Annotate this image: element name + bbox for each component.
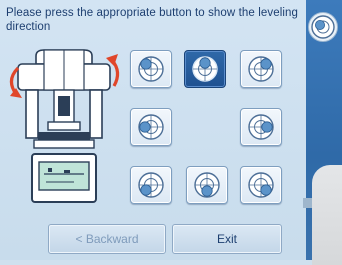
- level-bubble-icon: [138, 114, 164, 140]
- level-bubble-icon: [138, 56, 164, 82]
- level-bubble-icon: [248, 172, 274, 198]
- level-direction-bottom[interactable]: [186, 166, 228, 204]
- level-direction-top[interactable]: [184, 50, 226, 88]
- level-bubble-icon: [192, 56, 218, 82]
- level-direction-left[interactable]: [130, 108, 172, 146]
- level-bubble-icon: [248, 114, 274, 140]
- level-direction-top-left[interactable]: [130, 50, 172, 88]
- level-direction-right[interactable]: [240, 108, 282, 146]
- level-bubble-icon: [138, 172, 164, 198]
- level-direction-bottom-left[interactable]: [130, 166, 172, 204]
- instruction-text: Please press the appropriate button to s…: [6, 7, 299, 33]
- background-glare: [312, 165, 342, 265]
- level-bubble-icon: [311, 15, 335, 39]
- level-bubble-icon: [194, 172, 220, 198]
- backward-button[interactable]: < Backward: [48, 224, 166, 254]
- level-direction-bottom-right[interactable]: [240, 166, 282, 204]
- level-bubble-icon: [248, 56, 274, 82]
- instrument-illustration: [4, 44, 124, 214]
- level-direction-top-right[interactable]: [240, 50, 282, 88]
- leveling-panel: Please press the appropriate button to s…: [0, 0, 306, 260]
- side-level-button[interactable]: [308, 12, 338, 42]
- exit-button[interactable]: Exit: [172, 224, 282, 254]
